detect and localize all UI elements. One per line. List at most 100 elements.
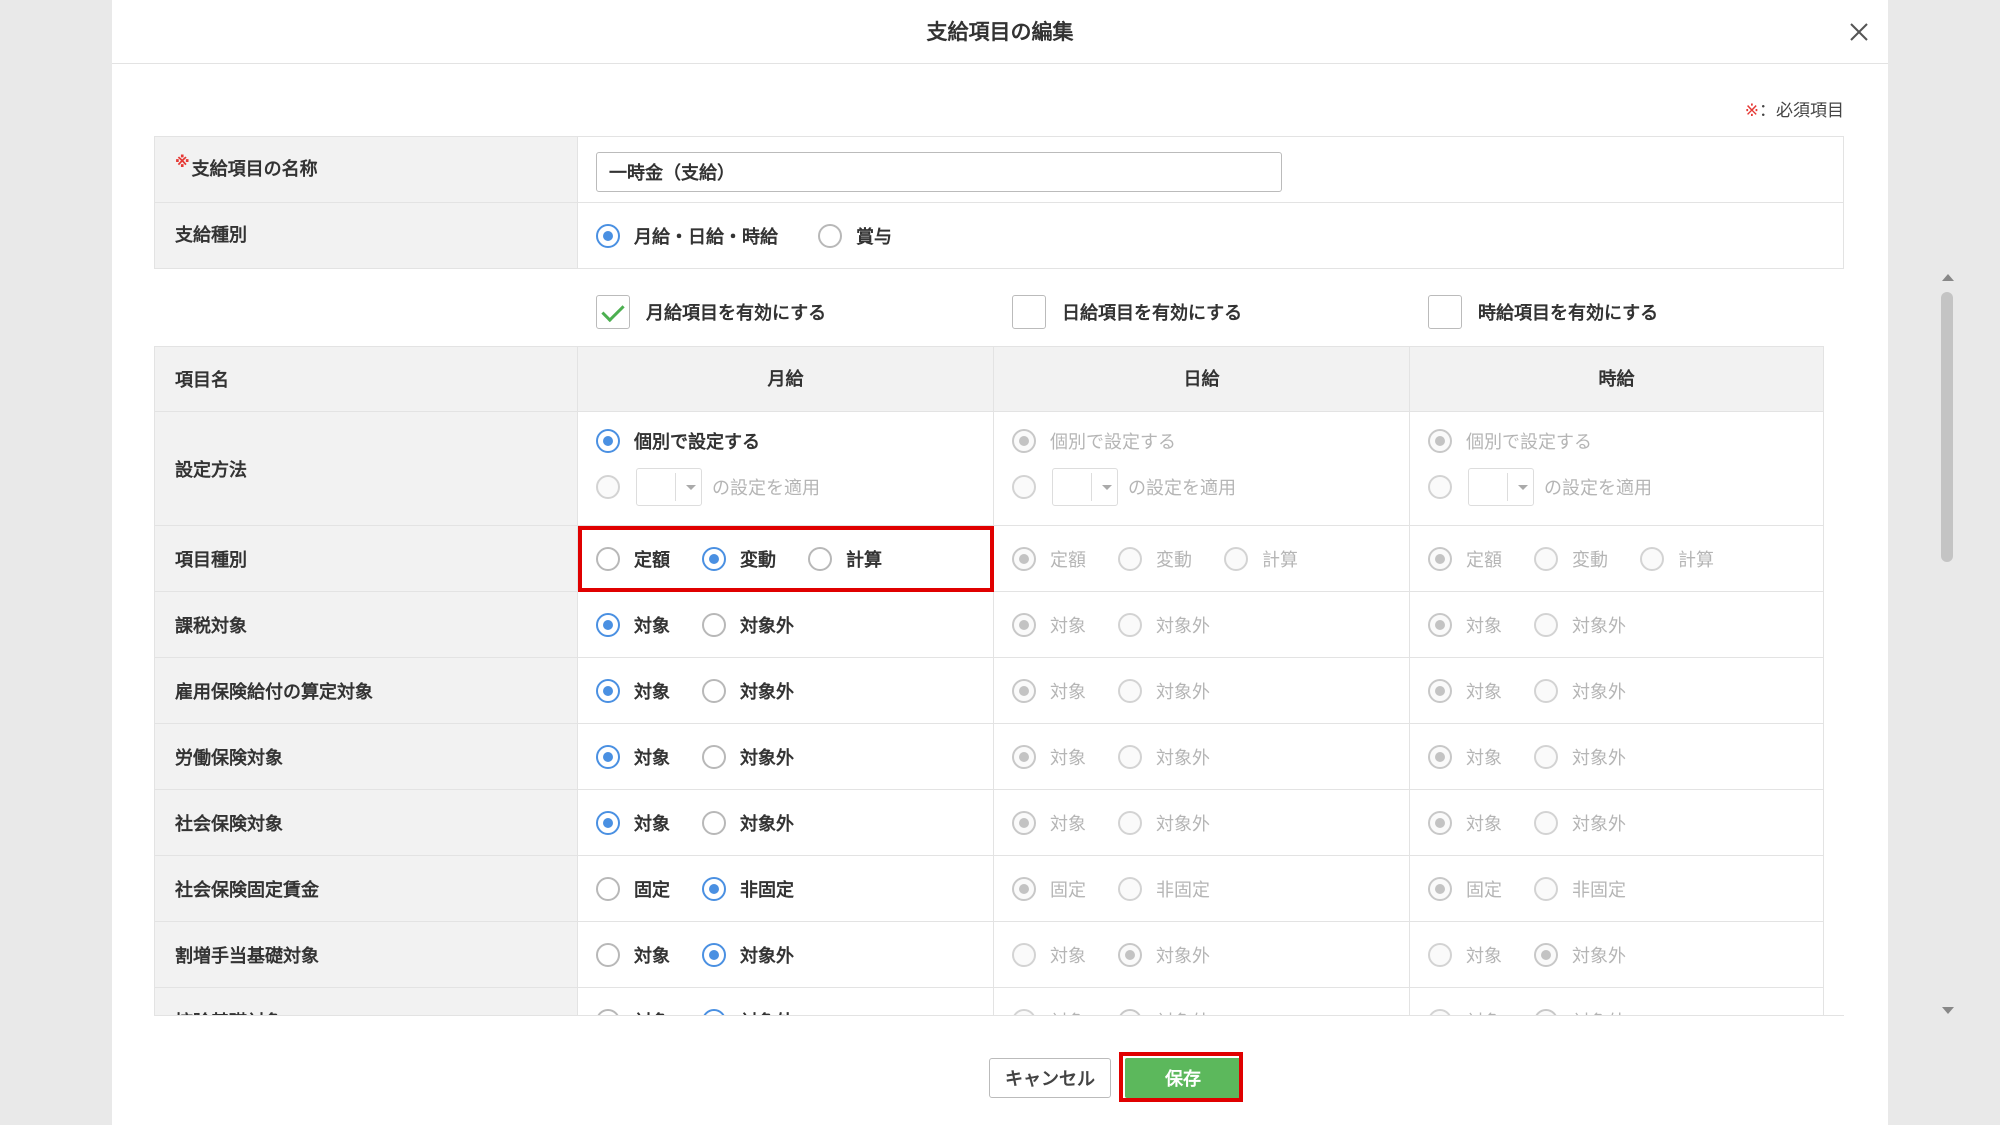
setting-row: 控除基礎対象対象 対象外 対象 対象外 対象 対象外 (154, 988, 1824, 1015)
apply-setting-option: の設定を適用 (1012, 468, 1236, 506)
radio-selected (1012, 613, 1036, 637)
cancel-button[interactable]: キャンセル (989, 1058, 1111, 1098)
radio-selected[interactable] (596, 745, 620, 769)
header-daily: 日給 (994, 347, 1410, 411)
hourly-cell: 対象 対象外 (1410, 988, 1824, 1015)
daily-cell: 対象 対象外 (994, 922, 1410, 987)
option-2[interactable]: 非固定 (702, 876, 794, 902)
radio-unselected[interactable] (702, 745, 726, 769)
checkbox-unchecked[interactable] (1428, 295, 1462, 329)
dialog-title: 支給項目の編集 (926, 20, 1074, 44)
radio-unselected[interactable] (596, 547, 620, 571)
checkbox-unchecked[interactable] (1012, 295, 1046, 329)
option-2[interactable]: 対象外 (702, 810, 794, 836)
payment-type-options: 月給・日給・時給 賞与 (578, 203, 1844, 268)
option-1[interactable]: 対象 (596, 678, 670, 704)
radio-unselected (1118, 877, 1142, 901)
option-1[interactable]: 定額 (596, 546, 670, 572)
option-label: 対象 (634, 682, 670, 703)
radio-unselected[interactable] (596, 943, 620, 967)
option-2[interactable]: 変動 (702, 546, 776, 572)
option-1: 対象 (1012, 744, 1086, 770)
header-item-name: 項目名 (154, 347, 578, 411)
name-label: ※ 支給項目の名称 (154, 137, 578, 202)
option-label: 対象外 (740, 814, 794, 835)
option-2[interactable]: 対象外 (702, 678, 794, 704)
option-1[interactable]: 対象 (596, 810, 670, 836)
option-1: 固定 (1428, 876, 1502, 902)
monthly-cell: 対象 対象外 (578, 724, 994, 789)
option-2[interactable]: 対象外 (702, 744, 794, 770)
enable-hourly-checkbox[interactable]: 時給項目を有効にする (1428, 295, 1658, 329)
option-2: 対象外 (1534, 612, 1626, 638)
option-2: 対象外 (1118, 942, 1210, 968)
setting-row-label: 労働保険対象 (154, 724, 578, 789)
option-1: 対象 (1428, 1008, 1502, 1015)
radio-unselected[interactable] (596, 877, 620, 901)
option-label: 対象 (1466, 814, 1502, 835)
radio-selected[interactable] (702, 547, 726, 571)
radio-selected[interactable] (596, 429, 620, 453)
source-select (636, 468, 702, 506)
option-label: 対象外 (1156, 682, 1210, 703)
radio-unselected[interactable] (702, 679, 726, 703)
radio-selected[interactable] (702, 943, 726, 967)
option-1: 対象 (1012, 1008, 1086, 1015)
option-2[interactable]: 対象外 (702, 612, 794, 638)
radio-unselected[interactable] (702, 811, 726, 835)
scroll-down-arrow-icon[interactable] (1942, 1007, 1954, 1014)
radio-selected[interactable] (596, 811, 620, 835)
option-label: 対象外 (1156, 814, 1210, 835)
option-2[interactable]: 対象外 (702, 1008, 794, 1015)
setting-method-label: 設定方法 (154, 412, 578, 525)
radio-disabled (1012, 475, 1036, 499)
individual-setting-option[interactable]: 個別で設定する (596, 428, 760, 454)
option-label: 対象 (1050, 748, 1086, 769)
option-label: 対象外 (1572, 616, 1626, 637)
option-label: 対象 (1466, 748, 1502, 769)
option-2: 対象外 (1118, 612, 1210, 638)
option-rows: 項目種別 定額 変動 計算 定額 変動 計算 定額 変動 計算 課税対象 対象 対象外 対象 対象外 対象 対象… (154, 526, 1824, 1015)
option-1[interactable]: 対象 (596, 942, 670, 968)
option-1[interactable]: 対象 (596, 612, 670, 638)
enable-monthly-checkbox[interactable]: 月給項目を有効にする (596, 295, 826, 329)
option-2: 対象外 (1534, 678, 1626, 704)
checkbox-checked[interactable] (596, 295, 630, 329)
enable-checkboxes-row: 月給項目を有効にする 日給項目を有効にする 時給項目を有効にする (154, 278, 1844, 346)
settings-grid: 項目名 月給 日給 時給 設定方法 個別で設定する の設定を適用 個別で設定する… (154, 346, 1824, 1015)
close-icon[interactable] (1844, 17, 1874, 47)
option-1[interactable]: 固定 (596, 876, 670, 902)
option-1[interactable]: 対象 (596, 1008, 670, 1015)
monthly-cell: 対象 対象外 (578, 790, 994, 855)
setting-row-label: 社会保険対象 (154, 790, 578, 855)
enable-daily-checkbox[interactable]: 日給項目を有効にする (1012, 295, 1242, 329)
edit-payment-item-dialog: 支給項目の編集 ※：必須項目 ※支給項目の名称 支給種別 月給・日給・時給 賞与… (112, 0, 1954, 1125)
scrollbar-thumb[interactable] (1941, 292, 1953, 562)
option-label: 対象 (1050, 682, 1086, 703)
required-mark: ※ (175, 153, 190, 171)
setting-row: 労働保険対象 対象 対象外 対象 対象外 対象 対象外 (154, 724, 1824, 790)
option-3[interactable]: 計算 (808, 546, 882, 572)
item-name-input[interactable] (596, 152, 1282, 192)
option-label: 対象外 (740, 682, 794, 703)
radio-unselected[interactable] (818, 224, 842, 248)
option-label: 定額 (634, 550, 670, 571)
settings-scroll-area: 月給項目を有効にする 日給項目を有効にする 時給項目を有効にする 項目名 月給 … (154, 278, 1844, 1015)
radio-selected[interactable] (596, 224, 620, 248)
radio-selected[interactable] (596, 679, 620, 703)
save-button[interactable]: 保存 (1125, 1058, 1241, 1098)
option-label: 定額 (1466, 550, 1502, 571)
scroll-up-arrow-icon[interactable] (1942, 274, 1954, 281)
radio-selected[interactable] (596, 613, 620, 637)
payment-type-monthly-option[interactable]: 月給・日給・時給 (596, 223, 778, 249)
option-label: 対象 (634, 748, 670, 769)
chevron-down-icon (1102, 485, 1112, 490)
vertical-scrollbar[interactable] (1938, 274, 1958, 1014)
radio-selected[interactable] (702, 877, 726, 901)
option-2: 変動 (1534, 546, 1608, 572)
option-2[interactable]: 対象外 (702, 942, 794, 968)
radio-unselected[interactable] (702, 613, 726, 637)
payment-type-bonus-option[interactable]: 賞与 (818, 223, 892, 249)
option-1[interactable]: 対象 (596, 744, 670, 770)
radio-unselected[interactable] (808, 547, 832, 571)
